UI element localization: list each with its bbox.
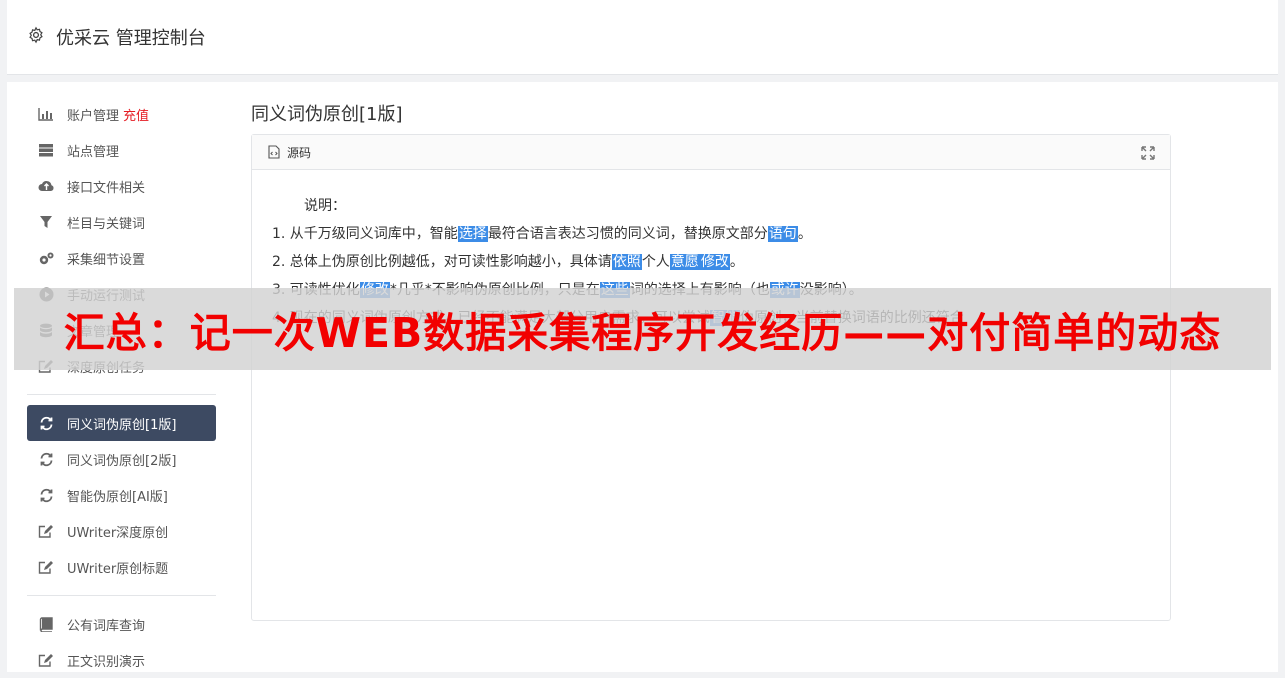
sidebar-item-label: 同义词伪原创[2版] [67,453,177,469]
sidebar-item-label: UWriter原创标题 [67,561,169,577]
text-segment: 。 [797,226,812,242]
refresh-icon [37,450,55,468]
edit-icon [37,651,55,669]
sidebar-item-label: 公有词库查询 [67,618,146,634]
sidebar-item-group2-1[interactable]: 同义词伪原创[2版] [27,441,216,477]
sidebar-item-label: 栏目与关键词 [67,216,146,232]
sidebar-item-label: 站点管理 [67,144,120,160]
edit-icon [37,522,55,540]
sidebar-item-label: 接口文件相关 [67,180,146,196]
page-title: 同义词伪原创[1版] [251,104,403,125]
refresh-icon [37,486,55,504]
app-title: 优采云 管理控制台 [56,28,206,49]
sidebar-item-label: 账户管理 [67,108,120,124]
sidebar-item-group1-1[interactable]: 站点管理 [27,132,216,168]
source-line: 1. 从千万级同义词库中，智能选择最符合语言表达习惯的同义词，替换原文部分语句。 [272,220,1150,248]
filter-icon [37,213,55,231]
sidebar-item-group2-3[interactable]: UWriter深度原创 [27,513,216,549]
text-segment: 1. 从千万级同义词库中，智能 [272,226,458,242]
text-segment: 个人 [641,254,670,270]
top-header: 优采云 管理控制台 [7,0,1278,75]
cloud-upload-icon [37,177,55,195]
text-segment: 最符合语言表达习惯的同义词，替换原文部分 [487,226,768,242]
sidebar-item-group1-3[interactable]: 栏目与关键词 [27,204,216,240]
sidebar-item-group2-4[interactable]: UWriter原创标题 [27,549,216,585]
sidebar-item-label: 正文识别演示 [67,654,146,670]
sidebar-item-label: 智能伪原创[AI版] [67,489,168,505]
intro-text: 说明： [304,198,346,214]
bar-chart-icon [37,105,55,123]
gears-icon [37,249,55,267]
code-file-icon [268,145,280,159]
replaced-word: 意愿 [669,254,700,270]
sidebar-item-group1-0[interactable]: 账户管理 充值 [27,96,216,132]
sidebar-item-group2-0[interactable]: 同义词伪原创[1版] [27,405,216,441]
sidebar-item-group2-2[interactable]: 智能伪原创[AI版] [27,477,216,513]
panel-title: 源码 [287,145,312,160]
sidebar-divider [27,595,216,596]
sidebar-item-group1-4[interactable]: 采集细节设置 [27,240,216,276]
refresh-icon [37,414,55,432]
sidebar-divider [27,394,216,395]
replaced-word: 选择 [457,226,488,242]
text-segment: 。 [729,254,744,270]
gear-icon [29,26,43,44]
edit-icon [37,558,55,576]
sidebar-item-label: UWriter深度原创 [67,525,169,541]
sidebar-item-label: 同义词伪原创[1版] [67,417,177,433]
replaced-word: 依照 [611,254,642,270]
content-area: 账户管理充值站点管理接口文件相关栏目与关键词采集细节设置手动运行测试文章管理深度… [7,82,1278,672]
source-line: 2. 总体上伪原创比例越低，对可读性影响越小，具体请依照个人意愿 修改。 [272,248,1150,276]
overlay-banner: 汇总：记一次WEB数据采集程序开发经历——对付简单的动态 [14,288,1271,370]
book-icon [37,615,55,633]
replaced-word: 语句 [767,226,798,242]
text-segment: 2. 总体上伪原创比例越低，对可读性影响越小，具体请 [272,254,612,270]
replaced-word: 修改 [699,254,730,270]
server-icon [37,141,55,159]
sidebar-item-group1-2[interactable]: 接口文件相关 [27,168,216,204]
expand-icon[interactable] [1140,145,1156,161]
sidebar-item-group3-0[interactable]: 公有词库查询 [27,606,216,642]
sidebar: 账户管理充值站点管理接口文件相关栏目与关键词采集细节设置手动运行测试文章管理深度… [27,96,216,678]
recharge-link[interactable]: 充值 [123,105,149,124]
sidebar-item-group3-1[interactable]: 正文识别演示 [27,642,216,678]
panel-header: 源码 [252,135,1170,170]
source-panel: 源码 说明： 1. 从千万级同义词库中，智能选择最符合语言表达习惯的同义词，替换… [251,134,1171,621]
sidebar-item-label: 采集细节设置 [67,252,146,268]
